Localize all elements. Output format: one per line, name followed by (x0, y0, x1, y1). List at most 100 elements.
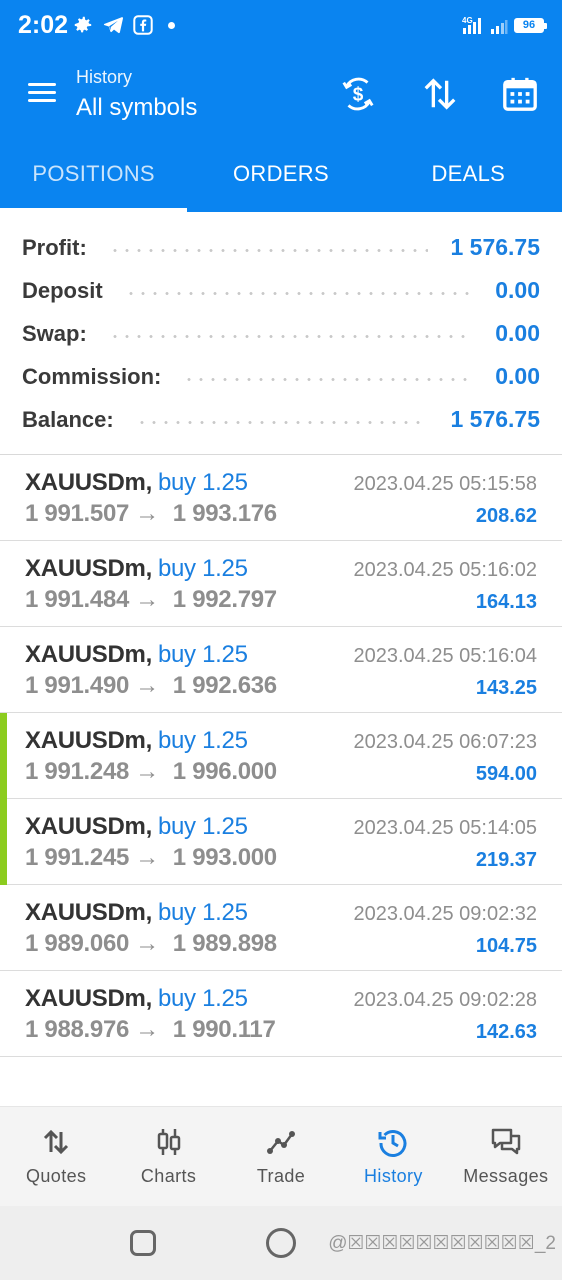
nav-trade[interactable]: Trade (225, 1107, 337, 1206)
settings-gear-icon (74, 16, 92, 33)
list-item[interactable]: XAUUSDm, buy 1.25 1 991.245 → 1 993.000 202… (0, 799, 562, 885)
price-arrow-icon: → (135, 672, 159, 699)
nav-messages[interactable]: Messages (450, 1107, 562, 1206)
deal-symbol: XAUUSDm, (25, 641, 152, 668)
price-arrow-icon: → (135, 1016, 159, 1043)
deal-symbol: XAUUSDm, (25, 899, 152, 926)
summary-row-balance: Balance: 1 576.75 (0, 398, 562, 441)
account-summary: Profit: 1 576.75 Deposit 0.00 Swap: 0.00… (0, 226, 562, 441)
summary-value: 0.00 (495, 320, 540, 346)
deal-profit: 164.13 (475, 591, 537, 613)
deal-time: 2023.04.25 05:16:04 (353, 645, 537, 667)
nav-label: Messages (463, 1166, 549, 1186)
svg-text:4G: 4G (462, 16, 473, 25)
home-icon[interactable] (266, 1228, 296, 1258)
nav-charts[interactable]: Charts (112, 1107, 224, 1206)
summary-value: 0.00 (495, 277, 540, 303)
dot-leader (124, 292, 474, 295)
open-price: 1 991.490 (25, 672, 130, 699)
mobile-signal-4g-icon: 4G (462, 16, 481, 34)
deal-symbol: XAUUSDm, (25, 555, 152, 582)
nav-label: Quotes (25, 1166, 87, 1186)
deposit-withdraw-button[interactable]: $ (336, 72, 380, 116)
price-arrow-icon: → (135, 844, 159, 871)
close-price: 1 992.636 (172, 672, 277, 699)
list-item[interactable]: XAUUSDm, buy 1.25 1 988.976 → 1 990.117 202… (0, 971, 562, 1057)
deal-time: 2023.04.25 05:14:05 (353, 817, 537, 839)
summary-row-profit: Profit: 1 576.75 (0, 226, 562, 269)
menu-button[interactable] (26, 80, 58, 106)
open-price: 1 991.507 (25, 500, 130, 527)
close-price: 1 996.000 (172, 758, 277, 785)
mobile-signal-icon (491, 20, 508, 34)
open-price: 1 991.248 (25, 758, 130, 785)
deal-profit: 142.63 (475, 1021, 537, 1043)
history-tabs: POSITIONS ORDERS DEALS (0, 136, 562, 212)
deal-type: buy 1.25 (157, 899, 248, 926)
nav-history[interactable]: History (337, 1107, 449, 1206)
watermark-text: @☒☒☒☒☒☒☒☒☒☒☒_2 (328, 1233, 556, 1254)
dot-leader (135, 421, 429, 424)
trade-icon (267, 1131, 296, 1154)
battery-icon: 96 (514, 17, 547, 33)
nav-label: Charts (140, 1166, 197, 1186)
close-price: 1 990.117 (172, 1016, 276, 1043)
messages-icon (491, 1128, 521, 1155)
summary-value: 1 576.75 (450, 406, 540, 432)
close-price: 1 992.797 (172, 586, 277, 613)
deal-symbol: XAUUSDm, (25, 985, 152, 1012)
list-item[interactable]: XAUUSDm, buy 1.25 1 991.507 → 1 993.176 202… (0, 455, 562, 541)
summary-value: 1 576.75 (450, 234, 540, 260)
quotes-icon (44, 1129, 69, 1155)
deal-type: buy 1.25 (157, 469, 248, 496)
list-item[interactable]: XAUUSDm, buy 1.25 1 991.248 → 1 996.000 202… (0, 713, 562, 799)
price-arrow-icon: → (135, 500, 159, 527)
summary-row-deposit: Deposit 0.00 (0, 269, 562, 312)
dot-leader (108, 335, 474, 338)
deal-type: buy 1.25 (157, 555, 248, 582)
app-header: History All symbols $ (0, 52, 562, 136)
deal-type: buy 1.25 (157, 985, 248, 1012)
tab-positions[interactable]: POSITIONS (0, 136, 188, 212)
deal-type: buy 1.25 (157, 813, 248, 840)
list-item[interactable]: XAUUSDm, buy 1.25 1 989.060 → 1 989.898 202… (0, 885, 562, 971)
deal-profit: 594.00 (475, 763, 537, 785)
facebook-app-icon (133, 15, 153, 35)
deal-symbol: XAUUSDm, (25, 813, 152, 840)
deal-time: 2023.04.25 05:16:02 (353, 559, 537, 581)
status-bar: 2:02 4G 96 (0, 0, 562, 52)
deal-time: 2023.04.25 09:02:28 (353, 989, 537, 1011)
symbol-filter-title[interactable]: All symbols (76, 94, 197, 122)
calendar-period-button[interactable] (498, 72, 542, 116)
deal-symbol: XAUUSDm, (25, 727, 152, 754)
nav-label: History (364, 1166, 423, 1186)
deal-symbol: XAUUSDm, (25, 469, 152, 496)
charts-icon (157, 1129, 180, 1155)
deal-type: buy 1.25 (157, 727, 248, 754)
summary-label: Balance: (22, 406, 114, 432)
summary-label: Swap: (22, 320, 87, 346)
summary-row-swap: Swap: 0.00 (0, 312, 562, 355)
price-arrow-icon: → (135, 930, 159, 957)
summary-row-commission: Commission: 0.00 (0, 355, 562, 398)
status-time: 2:02 (18, 11, 69, 39)
deal-profit: 104.75 (475, 935, 537, 957)
sort-arrows-icon (424, 78, 456, 110)
open-price: 1 988.976 (25, 1016, 130, 1043)
deal-time: 2023.04.25 05:15:58 (353, 473, 537, 495)
recent-apps-icon[interactable] (130, 1230, 156, 1256)
list-item[interactable]: XAUUSDm, buy 1.25 1 991.484 → 1 992.797 202… (0, 541, 562, 627)
tab-orders[interactable]: ORDERS (187, 136, 374, 212)
tab-deals[interactable]: DEALS (375, 136, 562, 212)
list-item[interactable]: XAUUSDm, buy 1.25 1 991.490 → 1 992.636 202… (0, 627, 562, 713)
svg-text:$: $ (353, 85, 364, 106)
nav-quotes[interactable]: Quotes (0, 1107, 112, 1206)
sort-button[interactable] (418, 72, 462, 116)
history-icon (378, 1130, 407, 1157)
deal-profit: 219.37 (475, 849, 537, 871)
open-price: 1 991.245 (25, 844, 130, 871)
open-price: 1 991.484 (25, 586, 130, 613)
price-arrow-icon: → (135, 758, 159, 785)
dot-leader (108, 249, 429, 252)
header-subtitle: History (76, 67, 133, 87)
